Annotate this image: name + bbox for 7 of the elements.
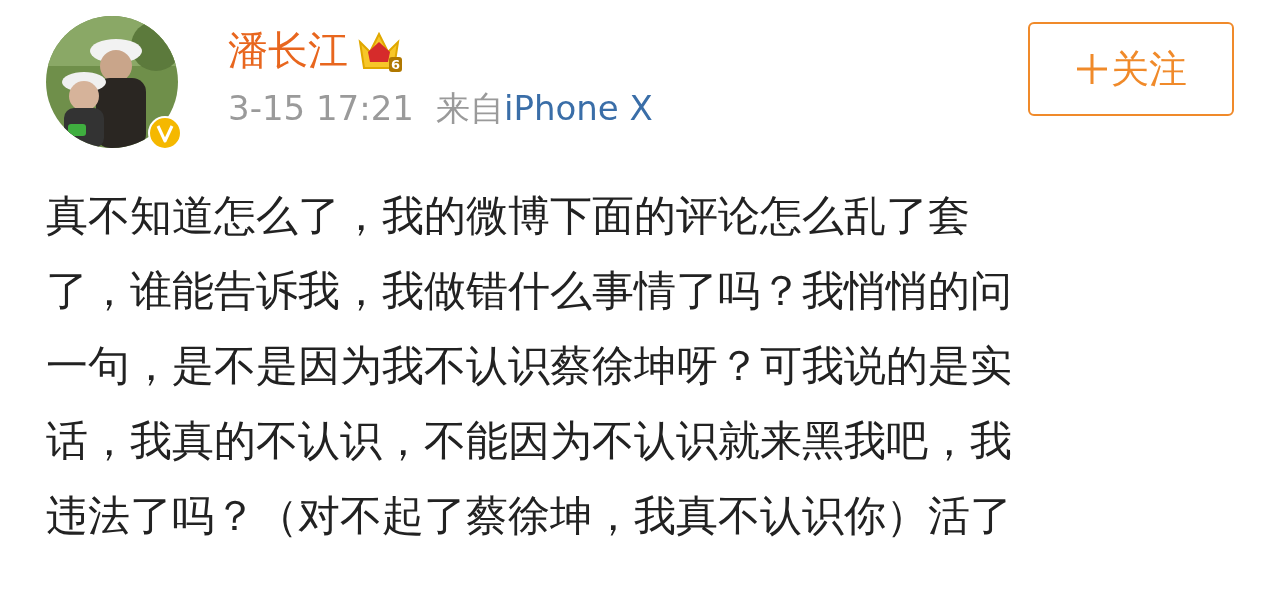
plus-icon: [1075, 52, 1109, 86]
post-text: 真不知道怎么了，我的微博下面的评论怎么乱了套 了，谁能告诉我，我做错什么事情了吗？我悄悄的问 一句，是不是因为我不认识蔡徐坤呀？可我说的是实 话，我真的不认识，不能因为不认识就来黑我吧，我 违法了吗？（对不起了蔡徐坤，我真不认识你）活了: [45, 190, 1013, 542]
follow-button[interactable]: 关注: [1028, 22, 1234, 116]
source-link[interactable]: iPhone X: [503, 86, 653, 130]
post-time: 3-15 17:21: [228, 87, 414, 130]
source-label: 来自: [435, 87, 504, 130]
author-name[interactable]: 潘长江: [228, 24, 348, 76]
